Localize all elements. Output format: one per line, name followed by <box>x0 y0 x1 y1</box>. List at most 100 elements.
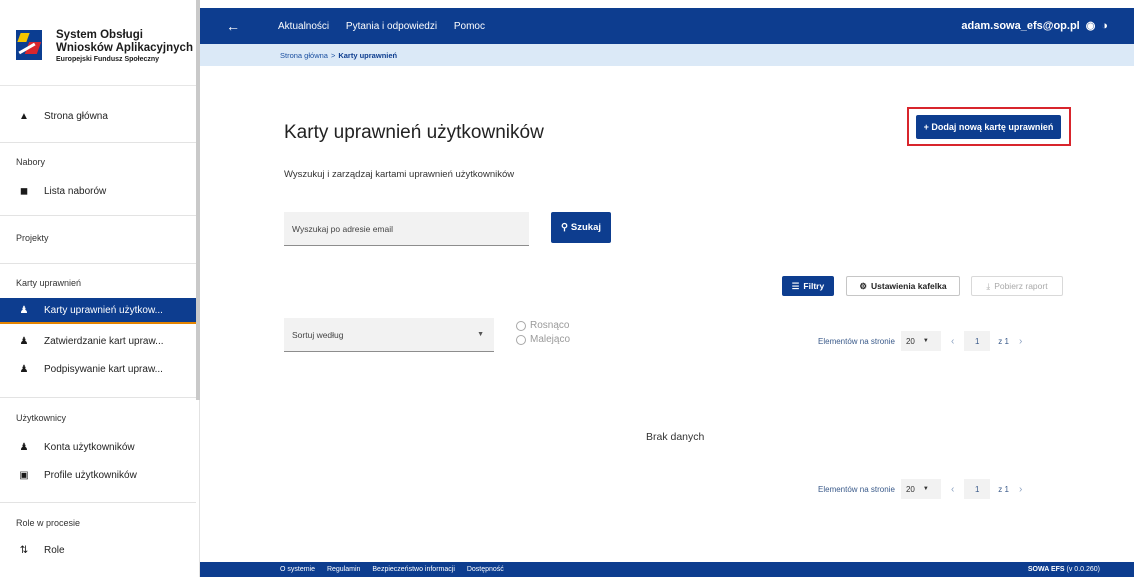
home-icon: ▲ <box>19 110 29 122</box>
search-button[interactable]: ⚲ Szukaj <box>551 212 611 243</box>
sidebar-item-label: Zatwierdzanie kart upraw... <box>44 335 164 347</box>
gear-icon: ⚙ <box>859 280 867 291</box>
sidebar-item-karty-uzytkownikow[interactable]: ♟ Karty uprawnień użytkow... <box>0 298 196 324</box>
brand-text: System Obsługi Wniosków Aplikacyjnych Eu… <box>56 29 193 63</box>
contrast-icon[interactable]: ◑ <box>1101 20 1108 32</box>
breadcrumb-current: Karty uprawnień <box>338 50 398 60</box>
sidebar-item-label: Lista naborów <box>44 185 107 197</box>
id-card-icon: ▣ <box>19 469 29 481</box>
radio-circle-icon <box>516 320 526 331</box>
download-report-label: Pobierz raport <box>994 281 1048 291</box>
sidebar-item-podpisywanie[interactable]: ♟ Podpisywanie kart upraw... <box>0 356 196 382</box>
filters-button-label: Filtry <box>803 281 825 291</box>
filter-icon: ☰ <box>791 280 800 291</box>
version-number: (v 0.0.260) <box>1066 566 1100 573</box>
radio-circle-icon <box>516 334 526 345</box>
page-size-value: 20 <box>905 336 915 346</box>
current-page-input[interactable]: 1 <box>964 331 991 351</box>
search-input[interactable]: Wyszukaj po adresie email <box>284 212 529 246</box>
next-page-icon[interactable]: › <box>1019 336 1022 347</box>
page-count: z 1 <box>998 336 1009 346</box>
footer-links: O systemie Regulamin Bezpieczeństwo info… <box>200 566 504 573</box>
download-icon: ⤓ <box>986 280 991 291</box>
breadcrumb-separator: > <box>330 50 336 60</box>
sidebar-item-konta[interactable]: ♟ Konta użytkowników <box>0 434 196 460</box>
users-icon: ♟ <box>19 304 29 316</box>
prev-page-icon[interactable]: ‹ <box>951 336 954 347</box>
footer-link-bezpieczenstwo[interactable]: Bezpieczeństwo informacji <box>372 566 454 573</box>
top-link-pomoc[interactable]: Pomoc <box>454 21 485 32</box>
top-nav: Aktualności Pytania i odpowiedzi Pomoc <box>252 21 485 32</box>
sort-desc-label: Malejąco <box>530 334 571 345</box>
app-name: SOWA EFS <box>1027 566 1065 573</box>
app-version: SOWA EFS (v 0.0.260) <box>1028 566 1100 573</box>
filters-button[interactable]: ☰ Filtry <box>782 276 834 296</box>
sidebar-item-role[interactable]: ⇅ Role <box>0 537 196 563</box>
chevron-down-icon: ▼ <box>922 338 929 344</box>
page-size-value: 20 <box>905 484 915 494</box>
sidebar-item-lista-naborow[interactable]: ◼ Lista naborów <box>0 178 196 204</box>
empty-state: Brak danych <box>646 431 705 443</box>
page-title: Karty uprawnień użytkowników <box>284 122 544 143</box>
breadcrumb-home[interactable]: Strona główna <box>280 51 328 60</box>
tile-settings-label: Ustawienia kafelka <box>871 281 947 291</box>
sidebar-section-karty: Karty uprawnień <box>16 278 82 288</box>
pagination-bottom: Elementów na stronie 20 ▼ ‹ 1 z 1 › <box>818 479 1022 499</box>
sidebar-item-label: Konta użytkowników <box>44 441 135 453</box>
brand-line-3: Europejski Fundusz Społeczny <box>56 56 160 63</box>
sort-asc-label: Rosnąco <box>530 320 570 331</box>
users-icon: ♟ <box>19 441 29 453</box>
page-size-label: Elementów na stronie <box>818 336 895 346</box>
sidebar-section-projekty[interactable]: Projekty <box>16 233 49 243</box>
sidebar-item-zatwierdzanie[interactable]: ♟ Zatwierdzanie kart upraw... <box>0 328 196 354</box>
page-size-select[interactable]: 20 ▼ <box>900 479 941 499</box>
sidebar-item-label: Profile użytkowników <box>44 469 137 481</box>
sidebar-item-label: Strona główna <box>44 110 108 122</box>
footer-link-dostepnosc[interactable]: Dostępność <box>467 566 504 573</box>
user-account-icon[interactable]: ◉ <box>1086 19 1096 32</box>
breadcrumb: Strona główna > Karty uprawnień <box>200 44 1134 66</box>
page-size-label: Elementów na stronie <box>818 484 895 494</box>
top-link-aktualnosci[interactable]: Aktualności <box>278 21 329 32</box>
back-arrow-icon[interactable]: ← <box>226 18 252 34</box>
efs-logo-icon <box>16 30 42 60</box>
sidebar-section-role: Role w procesie <box>16 518 81 528</box>
add-permission-card-button[interactable]: + Dodaj nową kartę uprawnień <box>916 115 1061 139</box>
brand-line-1: System Obsługi <box>56 29 143 41</box>
sidebar-item-label: Podpisywanie kart upraw... <box>44 363 163 375</box>
sidebar-item-label: Karty uprawnień użytkow... <box>44 304 163 316</box>
prev-page-icon[interactable]: ‹ <box>951 484 954 495</box>
brand-line-2: Wniosków Aplikacyjnych <box>56 41 193 54</box>
chevron-down-icon: ▼ <box>477 331 484 338</box>
page-subtitle: Wyszukuj i zarządzaj kartami uprawnień u… <box>284 169 515 180</box>
tile-settings-button[interactable]: ⚙ Ustawienia kafelka <box>846 276 960 296</box>
sort-select-label: Sortuj według <box>292 329 344 340</box>
user-area: adam.sowa_efs@op.pl ◉ ◑ <box>961 19 1108 33</box>
sidebar-item-profile[interactable]: ▣ Profile użytkowników <box>0 462 196 488</box>
brand-logo[interactable]: System Obsługi Wniosków Aplikacyjnych Eu… <box>0 0 196 86</box>
footer: O systemie Regulamin Bezpieczeństwo info… <box>200 562 1134 577</box>
box-icon: ◼ <box>19 185 29 197</box>
download-report-button[interactable]: ⤓ Pobierz raport <box>971 276 1063 296</box>
users-icon: ♟ <box>19 363 29 375</box>
page-size-select[interactable]: 20 ▼ <box>900 331 941 351</box>
search-icon: ⚲ <box>560 222 568 233</box>
user-email[interactable]: adam.sowa_efs@op.pl <box>961 20 1079 32</box>
sidebar-item-home[interactable]: ▲ Strona główna <box>0 103 196 129</box>
footer-link-o-systemie[interactable]: O systemie <box>280 566 315 573</box>
footer-link-regulamin[interactable]: Regulamin <box>327 566 360 573</box>
next-page-icon[interactable]: › <box>1019 484 1022 495</box>
chevron-down-icon: ▼ <box>922 486 929 492</box>
sort-asc-radio[interactable]: Rosnąco <box>516 320 569 331</box>
users-icon: ♟ <box>19 335 29 347</box>
app-root: System Obsługi Wniosków Aplikacyjnych Eu… <box>0 0 1134 577</box>
top-link-pytania[interactable]: Pytania i odpowiedzi <box>346 21 437 32</box>
current-page-input[interactable]: 1 <box>964 479 991 499</box>
top-bar: ← Aktualności Pytania i odpowiedzi Pomoc… <box>200 8 1134 44</box>
sort-desc-radio[interactable]: Malejąco <box>516 334 570 345</box>
sort-arrows-icon: ⇅ <box>19 544 29 556</box>
sidebar-section-nabory: Nabory <box>16 157 46 167</box>
sort-select[interactable]: Sortuj według ▼ <box>284 318 494 352</box>
pagination-top: Elementów na stronie 20 ▼ ‹ 1 z 1 › <box>818 331 1022 351</box>
sidebar-item-label: Role <box>44 544 65 556</box>
